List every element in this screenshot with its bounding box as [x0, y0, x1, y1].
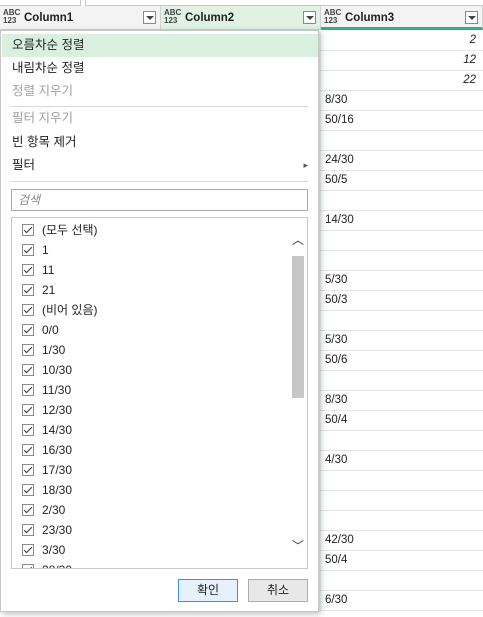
table-cell[interactable]: 5/30	[321, 271, 480, 290]
scrollbar-thumb[interactable]	[292, 256, 304, 398]
table-cell[interactable]: 50/4	[321, 551, 480, 570]
search-box[interactable]	[11, 189, 308, 211]
checkbox[interactable]	[22, 464, 34, 476]
filter-dropdown-button[interactable]	[143, 11, 156, 24]
search-input[interactable]	[18, 191, 298, 209]
filter-option-label: 1/30	[42, 343, 66, 357]
table-cell[interactable]	[321, 471, 480, 490]
filter-option-label: 23/30	[42, 523, 73, 537]
clear-filter-item: 필터 지우기	[12, 111, 73, 125]
checkbox[interactable]	[22, 524, 34, 536]
column-header-column3[interactable]: ABC 123 Column3	[321, 6, 483, 30]
filter-option-label: 16/30	[42, 443, 73, 457]
checkbox[interactable]	[22, 284, 34, 296]
filter-option-label: 2/30	[42, 503, 66, 517]
sort-ascending-item[interactable]: 오름차순 정렬	[2, 34, 318, 57]
table-cell[interactable]: 6/30	[321, 591, 480, 610]
table-cell[interactable]	[321, 231, 480, 250]
clear-sort-item: 정렬 지우기	[12, 84, 73, 98]
filter-dropdown-button[interactable]	[465, 11, 478, 24]
table-cell[interactable]	[321, 371, 480, 390]
checkbox[interactable]	[22, 224, 34, 236]
filter-dropdown-menu: 오름차순 정렬 내림차순 정렬 정렬 지우기 필터 지우기 빈 항목 제거 필터…	[0, 30, 319, 612]
table-cell[interactable]: 12	[321, 51, 480, 70]
filter-option-label: (모두 선택)	[42, 223, 98, 237]
checkbox[interactable]	[22, 404, 34, 416]
column-header-row: ABC 123 Column1 ABC 123 Column2 ABC 123 Col…	[0, 6, 483, 31]
table-cell[interactable]	[321, 571, 480, 590]
ok-button[interactable]: 확인	[178, 579, 238, 602]
table-cell[interactable]: 50/6	[321, 351, 480, 370]
table-cell[interactable]: 42/30	[321, 531, 480, 550]
cancel-button[interactable]: 취소	[248, 579, 308, 602]
filter-value-list: 28/303/3023/302/3018/3017/3016/3014/3012…	[11, 217, 308, 569]
filter-option-label: 11	[42, 263, 55, 277]
column-title: Column3	[345, 12, 395, 24]
checkbox[interactable]	[22, 304, 34, 316]
checkbox[interactable]	[22, 444, 34, 456]
table-cell[interactable]: 22	[321, 71, 480, 90]
checkbox[interactable]	[22, 244, 34, 256]
checkbox[interactable]	[22, 264, 34, 276]
checkbox[interactable]	[22, 504, 34, 516]
checkbox[interactable]	[22, 324, 34, 336]
table-cell[interactable]	[321, 311, 480, 330]
column-title: Column1	[24, 12, 74, 24]
type-any-icon[interactable]: ABC 123	[164, 9, 181, 25]
table-cell[interactable]	[321, 491, 480, 510]
table-cell[interactable]: 5/30	[321, 331, 480, 350]
checkbox[interactable]	[22, 384, 34, 396]
filter-option-label: 18/30	[42, 483, 73, 497]
filter-option-label: 3/30	[42, 543, 66, 557]
table-cell[interactable]	[321, 511, 480, 530]
checkbox[interactable]	[22, 564, 34, 568]
menu-divider	[11, 181, 308, 182]
filter-option-label: 11/30	[42, 383, 72, 397]
table-cell[interactable]: 24/30	[321, 151, 480, 170]
table-cell[interactable]: 8/30	[321, 391, 480, 410]
filter-dropdown-button[interactable]	[303, 11, 316, 24]
filter-option-label: 0/0	[42, 323, 59, 337]
filter-option-label: 1	[42, 243, 49, 257]
filter-option-label: 21	[42, 283, 56, 297]
table-cell[interactable]	[321, 131, 480, 150]
table-cell[interactable]: 4/30	[321, 451, 480, 470]
checkbox[interactable]	[22, 484, 34, 496]
filter-option-label: (비어 있음)	[42, 303, 98, 317]
chevron-up-icon[interactable]: ︿	[290, 232, 306, 248]
column-header-column1[interactable]: ABC 123 Column1	[0, 6, 161, 30]
filter-option-label: 28/30	[42, 560, 72, 568]
scrollbar[interactable]: ︿ ﹀	[290, 218, 306, 568]
chevron-down-icon[interactable]: ﹀	[290, 538, 306, 554]
table-cell[interactable]: 50/3	[321, 291, 480, 310]
checkbox[interactable]	[22, 344, 34, 356]
sort-descending-item[interactable]: 내림차순 정렬	[2, 57, 318, 80]
table-cell[interactable]	[321, 431, 480, 450]
filter-submenu-label: 필터	[12, 158, 36, 172]
filter-submenu-item[interactable]: 필터 ▸	[2, 154, 318, 177]
checkbox[interactable]	[22, 424, 34, 436]
filter-option-label: 10/30	[42, 363, 73, 377]
type-any-icon[interactable]: ABC 123	[3, 9, 20, 25]
column-header-column2[interactable]: ABC 123 Column2	[161, 6, 321, 30]
chevron-right-icon: ▸	[303, 160, 308, 170]
table-cell[interactable]: 50/16	[321, 111, 480, 130]
table-cell[interactable]: 14/30	[321, 211, 480, 230]
filter-option-label: 17/30	[42, 463, 73, 477]
table-cell[interactable]: 50/5	[321, 171, 480, 190]
table-cell[interactable]	[321, 191, 480, 210]
table-cell[interactable]	[321, 251, 480, 270]
checkbox[interactable]	[22, 544, 34, 556]
column-title: Column2	[185, 12, 235, 24]
type-any-icon[interactable]: ABC 123	[324, 9, 341, 25]
remove-empty-item[interactable]: 빈 항목 제거	[2, 131, 318, 154]
table-cell[interactable]: 2	[321, 31, 480, 50]
table-cell[interactable]: 50/4	[321, 411, 480, 430]
checkbox[interactable]	[22, 364, 34, 376]
filter-option-label: 12/30	[42, 403, 73, 417]
table-cell[interactable]: 8/30	[321, 91, 480, 110]
filter-option-label: 14/30	[42, 423, 73, 437]
